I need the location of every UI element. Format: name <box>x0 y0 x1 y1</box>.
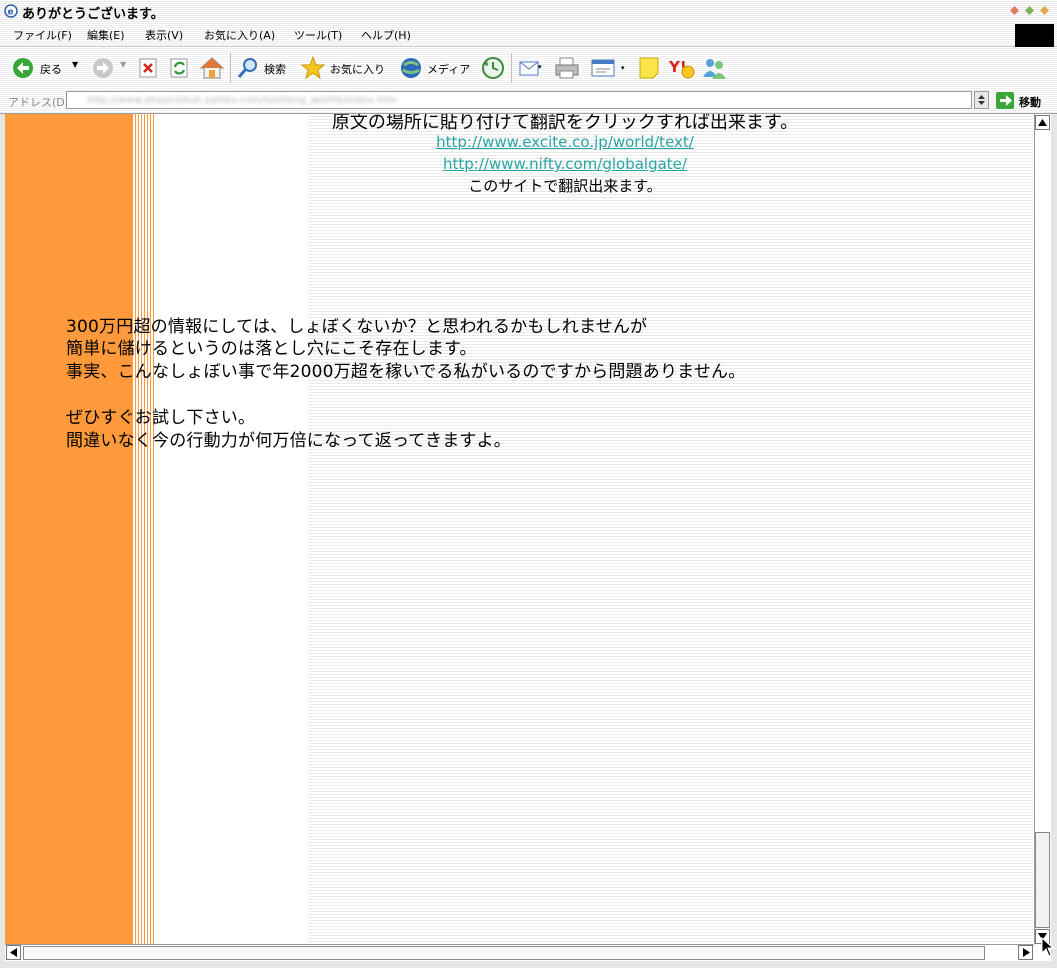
search-icon <box>237 58 257 78</box>
menu-view[interactable]: 表示(V) <box>145 27 183 43</box>
forward-dropdown-icon[interactable]: ▼ <box>120 60 126 69</box>
vertical-scroll-thumb[interactable] <box>1035 832 1050 928</box>
back-arrow-icon <box>13 58 33 78</box>
menu-favorites[interactable]: お気に入り(A) <box>204 27 275 43</box>
title-bar: e ありがとうございます。 <box>0 0 1057 23</box>
window-frame-left <box>0 114 5 968</box>
minimize-icon[interactable] <box>1010 6 1019 15</box>
mouse-cursor-icon <box>1041 937 1055 957</box>
striped-background <box>308 114 1033 944</box>
page-content: 原文の場所に貼り付けて翻訳をクリックすれば出来ます。 http://www.ex… <box>5 114 1033 944</box>
nifty-globalgate-link[interactable]: http://www.nifty.com/globalgate/ <box>443 155 687 173</box>
chevron-updown-icon <box>978 95 985 105</box>
arrow-left-icon <box>10 948 17 957</box>
arrow-right-icon <box>1023 948 1030 957</box>
menu-edit[interactable]: 編集(E) <box>87 27 125 43</box>
back-button[interactable]: 戻る ▼ <box>10 55 90 81</box>
mail-icon[interactable]: ▾ <box>518 57 544 79</box>
partial-heading: 原文の場所に貼り付けて翻訳をクリックすれば出来ます。 <box>331 114 799 133</box>
scroll-right-button[interactable] <box>1018 945 1033 960</box>
link-line-2: http://www.nifty.com/globalgate/ <box>5 154 1033 173</box>
maximize-icon[interactable] <box>1025 6 1034 15</box>
menu-help[interactable]: ヘルプ(H) <box>361 27 411 43</box>
back-label: 戻る <box>40 63 62 76</box>
standard-toolbar: 戻る ▼ ▼ 検索 お気に入り メディア ▾ ▾ Y! <box>0 47 1057 90</box>
edit-icon[interactable]: ▾ <box>590 57 630 79</box>
window-title: ありがとうございます。 <box>22 7 164 22</box>
svg-text:▾: ▾ <box>538 63 542 71</box>
search-label: 検索 <box>264 63 286 76</box>
print-icon[interactable] <box>554 56 580 80</box>
address-input[interactable]: http://www.ahasicbhuk.sahiko.com/textlan… <box>66 91 972 109</box>
discuss-note-icon[interactable] <box>637 56 663 80</box>
menu-bar: ファイル(F) 編集(E) 表示(V) お気に入り(A) ツール(T) ヘルプ(… <box>0 22 1057 47</box>
toolbar-separator <box>230 53 231 83</box>
window-frame-bottom <box>0 961 1057 968</box>
media-button[interactable]: メディア <box>399 55 473 81</box>
refresh-icon[interactable] <box>169 57 191 79</box>
search-button[interactable]: 検索 <box>236 55 296 81</box>
go-button[interactable]: 移動 <box>1019 94 1041 110</box>
body-line: 事実、こんなしょぼい事で年2000万超を稼いでる私がいるのですから問題ありません… <box>66 362 746 382</box>
address-bar: アドレス(D) http://www.ahasicbhuk.sahiko.com… <box>0 89 1057 114</box>
body-line: ぜひすぐお試し下さい。 <box>66 408 256 428</box>
orange-sidebar <box>5 114 133 944</box>
sidebar-stripes <box>133 114 155 944</box>
menu-file[interactable]: ファイル(F) <box>13 27 72 43</box>
toolbar-separator <box>511 53 512 83</box>
history-icon[interactable] <box>480 56 506 80</box>
svg-text:▾: ▾ <box>621 64 625 72</box>
address-url-text: http://www.ahasicbhuk.sahiko.com/textlan… <box>87 95 398 106</box>
home-icon[interactable] <box>199 55 225 81</box>
messenger-buddies-icon[interactable] <box>700 55 728 81</box>
body-line: 簡単に儲けるというのは落とし穴にこそ存在します。 <box>66 339 477 359</box>
address-label: アドレス(D) <box>8 96 70 109</box>
arrow-up-icon <box>1038 119 1047 126</box>
back-dropdown-icon[interactable]: ▼ <box>72 60 78 69</box>
ie-logo-icon: e <box>4 4 18 18</box>
vertical-scrollbar[interactable] <box>1034 114 1051 944</box>
media-label: メディア <box>427 63 471 76</box>
translate-note: このサイトで翻訳出来ます。 <box>468 177 662 195</box>
scroll-up-button[interactable] <box>1035 115 1050 130</box>
star-icon <box>300 55 326 80</box>
scroll-left-button[interactable] <box>6 945 21 960</box>
address-dropdown-button[interactable] <box>974 91 989 109</box>
media-globe-icon <box>401 58 421 78</box>
go-arrow-icon[interactable] <box>996 92 1014 109</box>
link-line-1: http://www.excite.co.jp/world/text/ <box>5 132 1033 151</box>
window-frame-right <box>1051 114 1057 968</box>
excite-translate-link[interactable]: http://www.excite.co.jp/world/text/ <box>436 133 694 151</box>
stop-icon[interactable] <box>138 57 160 79</box>
yahoo-messenger-icon[interactable]: Y! <box>668 55 696 81</box>
body-line: 間違いなく今の行動力が何万倍になって返ってきますよ。 <box>66 431 511 451</box>
favorites-label: お気に入り <box>330 63 385 76</box>
forward-button[interactable]: ▼ <box>90 55 130 81</box>
close-icon[interactable] <box>1040 6 1049 15</box>
activity-throbber <box>1015 24 1054 48</box>
horizontal-scroll-thumb[interactable] <box>23 946 985 960</box>
svg-text:e: e <box>8 8 14 18</box>
forward-arrow-icon <box>93 58 113 78</box>
menu-tools[interactable]: ツール(T) <box>294 27 342 43</box>
favorites-button[interactable]: お気に入り <box>300 55 392 81</box>
